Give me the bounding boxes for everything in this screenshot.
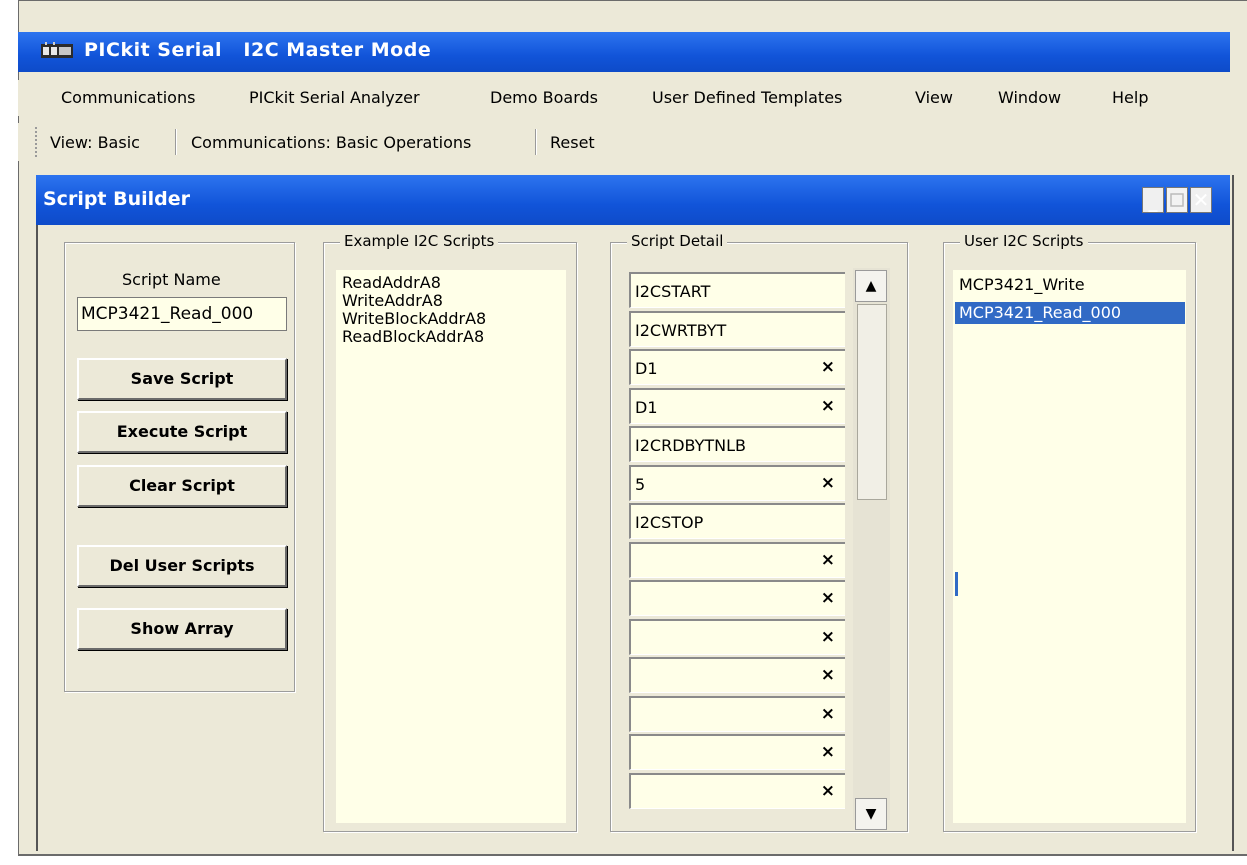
script-detail-row[interactable]: × [629,734,845,770]
delete-row-icon[interactable]: × [821,704,835,724]
script-detail-row-text: I2CSTOP [635,513,704,532]
toolbar-grip[interactable] [35,127,39,157]
script-detail-row[interactable]: × [629,695,845,732]
toolbar-separator [535,129,537,155]
menu-user-defined-templates[interactable]: User Defined Templates [652,88,842,107]
show-array-button[interactable]: Show Array [77,608,287,650]
script-detail-row[interactable]: × [629,618,845,655]
toolbar-communications-basic[interactable]: Communications: Basic Operations [191,133,471,152]
script-name-field[interactable]: MCP3421_Read_000 [77,297,287,331]
close-icon[interactable]: ✕ [1190,187,1212,213]
menu-demo-boards[interactable]: Demo Boards [490,88,598,107]
script-detail-row[interactable]: I2CSTART [629,272,845,308]
list-item[interactable]: MCP3421_Write [959,276,1085,294]
script-detail-row[interactable]: × [629,772,845,809]
app-title: PICkit Serial I2C Master Mode [84,39,432,61]
example-scripts-list[interactable]: ReadAddrA8 WriteAddrA8 WriteBlockAddrA8 … [336,270,566,823]
menu-pickit-serial-analyzer[interactable]: PICkit Serial Analyzer [249,88,420,107]
delete-row-icon[interactable]: × [821,665,835,685]
script-builder-titlebar: Script Builder _ ✕ [36,175,1230,225]
script-name-label: Script Name [122,270,221,289]
list-item[interactable]: ReadBlockAddrA8 [342,328,484,346]
scroll-down-icon[interactable]: ▼ [855,798,887,830]
script-detail-row[interactable]: I2CRDBYTNLB [629,426,845,462]
script-detail-scrollbar[interactable]: ▲ ▼ [853,268,890,830]
scroll-thumb[interactable] [857,304,887,500]
list-item[interactable]: WriteAddrA8 [342,292,443,310]
script-detail-row-text: I2CRDBYTNLB [635,436,747,455]
delete-row-icon[interactable]: × [821,781,835,801]
app-titlebar: PICkit Serial I2C Master Mode [18,32,1230,72]
script-detail-row[interactable]: × [629,657,845,693]
delete-row-icon[interactable]: × [821,357,835,377]
script-detail-label: Script Detail [627,232,728,250]
toolbar-view-basic[interactable]: View: Basic [50,133,140,152]
delete-row-icon[interactable]: × [821,396,835,416]
script-detail-row[interactable]: D1 × [629,387,845,424]
delete-row-icon[interactable]: × [821,550,835,570]
text-caret [955,572,958,596]
minimize-icon[interactable]: _ [1142,187,1164,213]
save-script-button[interactable]: Save Script [77,358,287,400]
scroll-up-icon[interactable]: ▲ [855,270,887,302]
script-detail-row-text: I2CSTART [635,282,711,301]
script-detail-row-text: D1 [635,359,658,378]
script-detail-row-text: I2CWRTBYT [635,320,727,340]
menu-window[interactable]: Window [998,88,1061,107]
menu-bar: Communications PICkit Serial Analyzer De… [18,80,1230,116]
script-detail-row[interactable]: 5 × [629,464,845,501]
delete-row-icon[interactable]: × [821,473,835,493]
menu-view[interactable]: View [915,88,953,107]
script-detail-row[interactable]: I2CWRTBYT [629,310,845,347]
script-detail-row-text: D1 [635,397,658,417]
delete-row-icon[interactable]: × [821,588,835,608]
del-user-scripts-button[interactable]: Del User Scripts [77,545,287,587]
clear-script-button[interactable]: Clear Script [77,465,287,507]
example-scripts-label: Example I2C Scripts [340,232,499,250]
toolbar-reset[interactable]: Reset [550,133,595,152]
list-item-selected[interactable]: MCP3421_Read_000 [955,302,1185,324]
menu-help[interactable]: Help [1112,88,1148,107]
script-builder-title: Script Builder [43,188,191,210]
pickit-app-icon [40,41,74,61]
maximize-icon[interactable] [1166,187,1188,213]
delete-row-icon[interactable]: × [821,742,835,762]
script-detail-row[interactable]: × [629,541,845,578]
toolbar-separator [175,129,177,155]
toolbar: View: Basic Communications: Basic Operat… [18,123,1230,161]
execute-script-button[interactable]: Execute Script [77,411,287,453]
script-detail-row[interactable]: D1 × [629,349,845,385]
script-detail-row[interactable]: × [629,580,845,616]
script-detail-row[interactable]: I2CSTOP [629,503,845,539]
menu-communications[interactable]: Communications [61,88,195,107]
user-scripts-list[interactable]: MCP3421_Write MCP3421_Read_000 [953,270,1186,823]
script-detail-row-text: 5 [635,474,646,494]
delete-row-icon[interactable]: × [821,627,835,647]
list-item[interactable]: WriteBlockAddrA8 [342,310,486,328]
user-scripts-label: User I2C Scripts [960,232,1088,250]
list-item[interactable]: ReadAddrA8 [342,274,441,292]
